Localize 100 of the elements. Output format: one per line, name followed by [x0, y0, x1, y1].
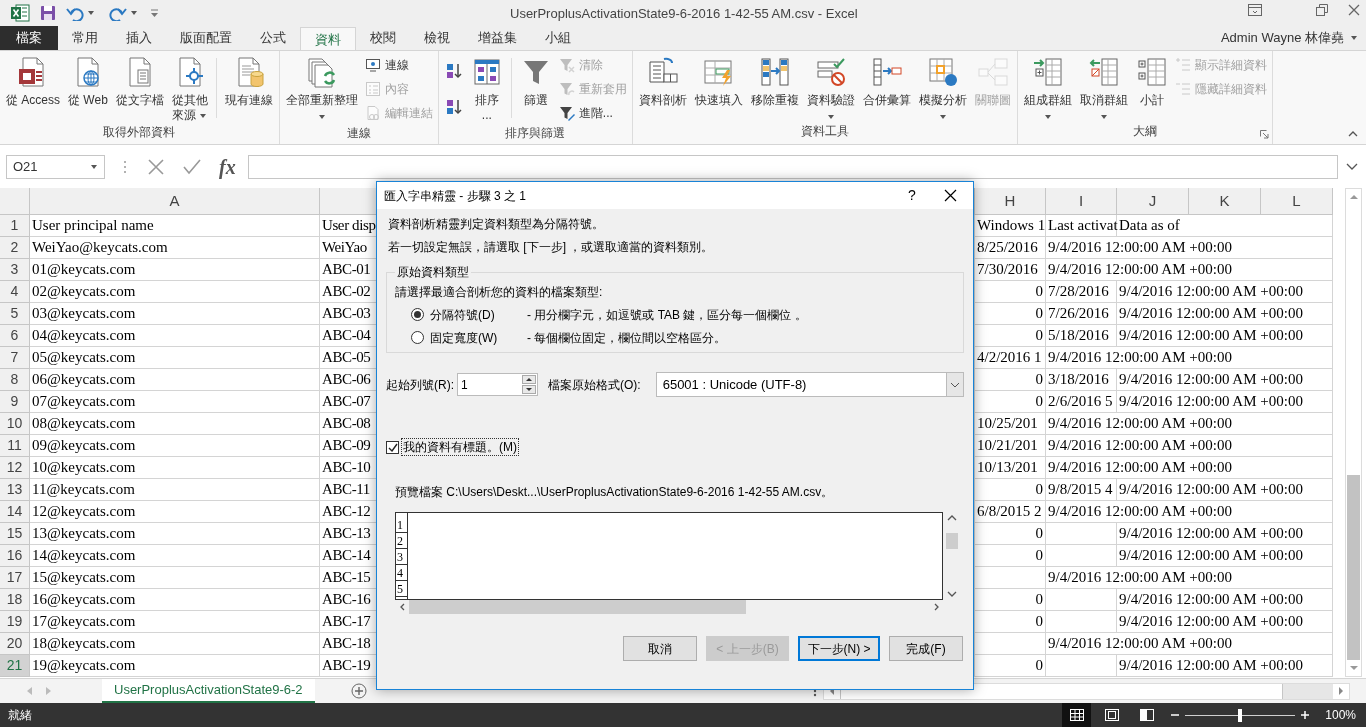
ribbon-button[interactable]: 全部重新整理 — [282, 54, 361, 120]
table-cell[interactable]: 03@keycats.com — [30, 303, 320, 325]
ribbon-button[interactable]: 連線 — [362, 54, 435, 76]
dialog-launcher-button[interactable] — [1259, 130, 1269, 139]
ribbon-tab[interactable]: 檢視 — [410, 26, 464, 50]
row-header[interactable]: 14 — [0, 501, 30, 523]
row-header[interactable]: 2 — [0, 237, 30, 259]
dialog-button[interactable]: 下一步(N) > — [798, 636, 880, 661]
table-cell[interactable]: 15@keycats.com — [30, 567, 320, 589]
radio-button[interactable]: 分隔符號(D) — [411, 305, 520, 324]
ribbon-button[interactable]: 篩選 — [516, 54, 555, 108]
ribbon-tab[interactable]: 資料 — [300, 27, 356, 51]
ribbon-tab[interactable]: 檔案 — [0, 26, 58, 50]
table-cell[interactable]: 0 — [975, 325, 1046, 347]
table-cell[interactable]: 7/28/2016 — [1046, 281, 1117, 303]
table-cell[interactable]: 9/4/2016 12:00:00 AM +00:00 — [1046, 347, 1333, 369]
table-cell[interactable]: Windows 1 — [975, 215, 1046, 237]
insert-function-button[interactable]: fx — [219, 151, 236, 182]
table-cell[interactable]: 9/4/2016 12:00:00 AM +00:00 — [1117, 325, 1333, 347]
ribbon-button[interactable]: 移除重複 — [747, 54, 802, 108]
ribbon-tab[interactable]: 常用 — [58, 26, 112, 50]
table-cell[interactable]: 12@keycats.com — [30, 501, 320, 523]
table-cell[interactable]: 0 — [975, 303, 1046, 325]
scrollbar-thumb[interactable] — [946, 533, 958, 549]
name-box[interactable]: O21 — [6, 154, 105, 179]
row-header[interactable]: 16 — [0, 545, 30, 567]
table-cell[interactable]: Last activat — [1046, 215, 1117, 237]
scrollbar-thumb[interactable] — [1347, 475, 1360, 660]
ribbon-button[interactable]: 進階... — [556, 102, 629, 124]
zoom-slider-thumb[interactable] — [1238, 708, 1243, 722]
row-header[interactable]: 9 — [0, 391, 30, 413]
ribbon-button[interactable]: 取消群組 — [1076, 54, 1131, 120]
ribbon-display-options-button[interactable] — [1248, 4, 1262, 16]
sheet-tab[interactable]: UserProplusActivationState9-6-2 — [102, 679, 315, 703]
column-header[interactable]: L — [1261, 188, 1333, 215]
ribbon-tab[interactable]: 公式 — [246, 26, 300, 50]
table-cell[interactable]: 06@keycats.com — [30, 369, 320, 391]
table-cell[interactable]: 9/4/2016 12:00:00 AM +00:00 — [1117, 369, 1333, 391]
table-cell[interactable]: 9/4/2016 12:00:00 AM +00:00 — [1117, 303, 1333, 325]
table-cell[interactable]: 09@keycats.com — [30, 435, 320, 457]
row-header[interactable]: 13 — [0, 479, 30, 501]
table-cell[interactable]: Data as of — [1117, 215, 1333, 237]
table-cell[interactable]: 14@keycats.com — [30, 545, 320, 567]
empty-cell[interactable] — [1046, 523, 1117, 545]
column-header[interactable]: J — [1117, 188, 1189, 215]
table-cell[interactable]: 0 — [975, 479, 1046, 501]
empty-cell[interactable] — [975, 633, 1046, 655]
table-cell[interactable]: 16@keycats.com — [30, 589, 320, 611]
table-cell[interactable]: 9/4/2016 12:00:00 AM +00:00 — [1117, 479, 1333, 501]
empty-cell[interactable] — [1046, 589, 1117, 611]
table-cell[interactable]: 7/30/2016 — [975, 259, 1046, 281]
column-header[interactable]: H — [975, 188, 1046, 215]
row-header[interactable]: 8 — [0, 369, 30, 391]
collapse-ribbon-button[interactable] — [1348, 130, 1358, 138]
table-cell[interactable]: 6/8/2015 2 — [975, 501, 1046, 523]
empty-cell[interactable] — [975, 567, 1046, 589]
ribbon-button[interactable]: 組成群組 — [1020, 54, 1075, 120]
table-cell[interactable]: 9/4/2016 12:00:00 AM +00:00 — [1046, 501, 1333, 523]
view-button[interactable] — [1062, 703, 1092, 727]
ribbon-button[interactable]: 現有連線 — [221, 54, 276, 108]
table-cell[interactable]: 0 — [975, 523, 1046, 545]
table-cell[interactable]: 9/8/2015 4 — [1046, 479, 1117, 501]
row-header[interactable]: 18 — [0, 589, 30, 611]
table-cell[interactable]: 9/4/2016 12:00:00 AM +00:00 — [1117, 545, 1333, 567]
dialog-button[interactable]: 取消 — [623, 636, 697, 661]
table-cell[interactable]: User principal name — [30, 215, 320, 237]
row-header[interactable]: 12 — [0, 457, 30, 479]
table-cell[interactable]: 07@keycats.com — [30, 391, 320, 413]
table-cell[interactable]: 9/4/2016 12:00:00 AM +00:00 — [1046, 633, 1333, 655]
row-header[interactable]: 1 — [0, 215, 30, 237]
row-header[interactable]: 10 — [0, 413, 30, 435]
row-header[interactable]: 5 — [0, 303, 30, 325]
table-cell[interactable]: 0 — [975, 281, 1046, 303]
dialog-button[interactable]: 完成(F) — [889, 636, 963, 661]
restore-button[interactable] — [1316, 4, 1328, 16]
ribbon-button[interactable]: 合併彙算 — [859, 54, 914, 108]
save-button[interactable] — [40, 5, 56, 21]
zoom-in-button[interactable] — [1301, 711, 1310, 719]
ribbon-button[interactable]: 快速填入 — [691, 54, 746, 108]
close-button[interactable] — [1348, 4, 1360, 16]
table-cell[interactable]: 0 — [975, 611, 1046, 633]
zoom-out-button[interactable] — [1171, 711, 1180, 719]
table-cell[interactable]: 18@keycats.com — [30, 633, 320, 655]
ribbon-tab[interactable]: 插入 — [112, 26, 166, 50]
redo-button[interactable] — [109, 5, 138, 21]
ribbon-button[interactable]: 排序 ... — [467, 54, 506, 123]
table-cell[interactable]: 0 — [975, 369, 1046, 391]
scroll-right-button[interactable] — [1332, 683, 1349, 699]
table-cell[interactable]: 04@keycats.com — [30, 325, 320, 347]
table-cell[interactable]: 9/4/2016 12:00:00 AM +00:00 — [1117, 611, 1333, 633]
help-button[interactable]: ? — [897, 185, 927, 206]
row-header[interactable]: 19 — [0, 611, 30, 633]
table-cell[interactable]: 9/4/2016 12:00:00 AM +00:00 — [1046, 237, 1333, 259]
enter-button[interactable] — [183, 157, 201, 176]
radio-button[interactable]: 固定寬度(W) — [411, 328, 520, 347]
table-cell[interactable]: 17@keycats.com — [30, 611, 320, 633]
ribbon-button[interactable]: 從其他 來源 — [168, 54, 211, 123]
vertical-scrollbar[interactable] — [1345, 188, 1362, 677]
scroll-down-button[interactable] — [947, 590, 957, 598]
ribbon-button[interactable]: 資料剖析 — [635, 54, 690, 108]
